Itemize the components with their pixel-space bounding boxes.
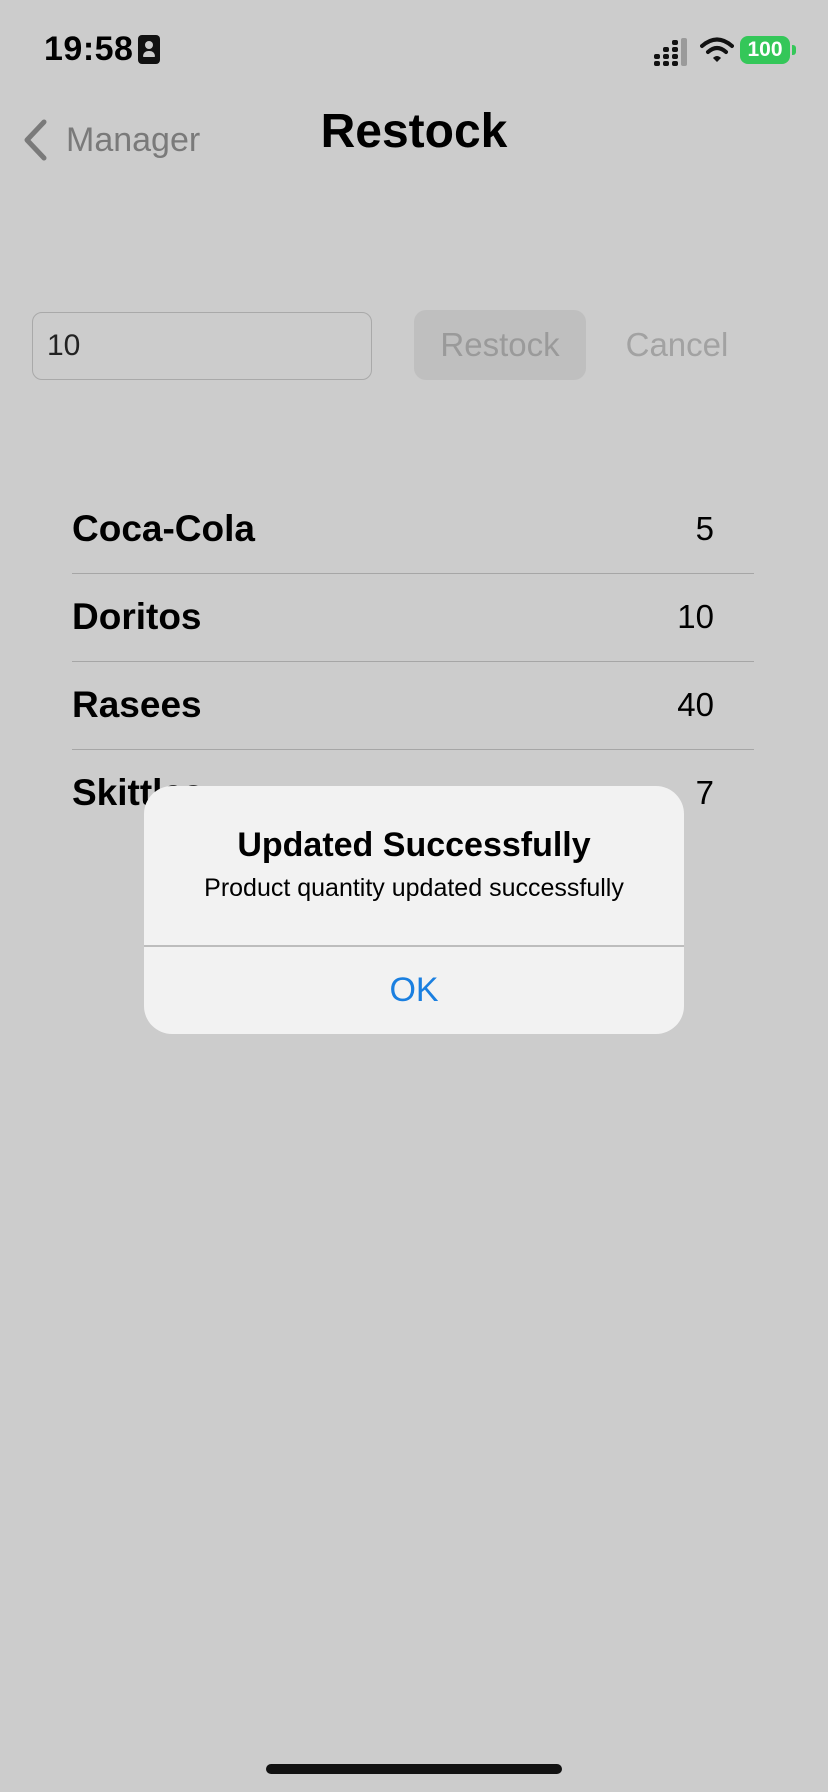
cellular-signal-icon — [654, 38, 687, 66]
id-card-icon — [138, 35, 160, 64]
product-name: Doritos — [72, 596, 202, 637]
list-item[interactable]: Rasees 40 — [72, 662, 754, 750]
alert-dialog: Updated Successfully Product quantity up… — [144, 786, 684, 1034]
product-quantity: 10 — [677, 598, 714, 635]
wifi-icon — [700, 37, 734, 62]
page-title: Restock — [320, 105, 508, 158]
home-indicator[interactable] — [266, 1764, 562, 1774]
product-name: Rasees — [72, 684, 202, 725]
product-name: Coca-Cola — [72, 508, 255, 549]
product-quantity: 7 — [695, 774, 714, 811]
cancel-button[interactable]: Cancel — [612, 310, 742, 380]
product-quantity: 5 — [695, 510, 714, 547]
alert-title: Updated Successfully — [237, 826, 591, 864]
product-quantity: 40 — [677, 686, 714, 723]
alert-ok-button[interactable]: OK — [144, 947, 684, 1034]
restock-button[interactable]: Restock — [414, 310, 586, 380]
battery-tip — [792, 45, 796, 55]
alert-message: Product quantity updated successfully — [204, 874, 624, 902]
list-item[interactable]: Coca-Cola 5 — [72, 486, 754, 574]
quantity-input[interactable] — [32, 312, 372, 380]
list-item[interactable]: Doritos 10 — [72, 574, 754, 662]
status-time: 19:58 — [44, 30, 134, 68]
battery-icon: 100 — [740, 36, 790, 64]
